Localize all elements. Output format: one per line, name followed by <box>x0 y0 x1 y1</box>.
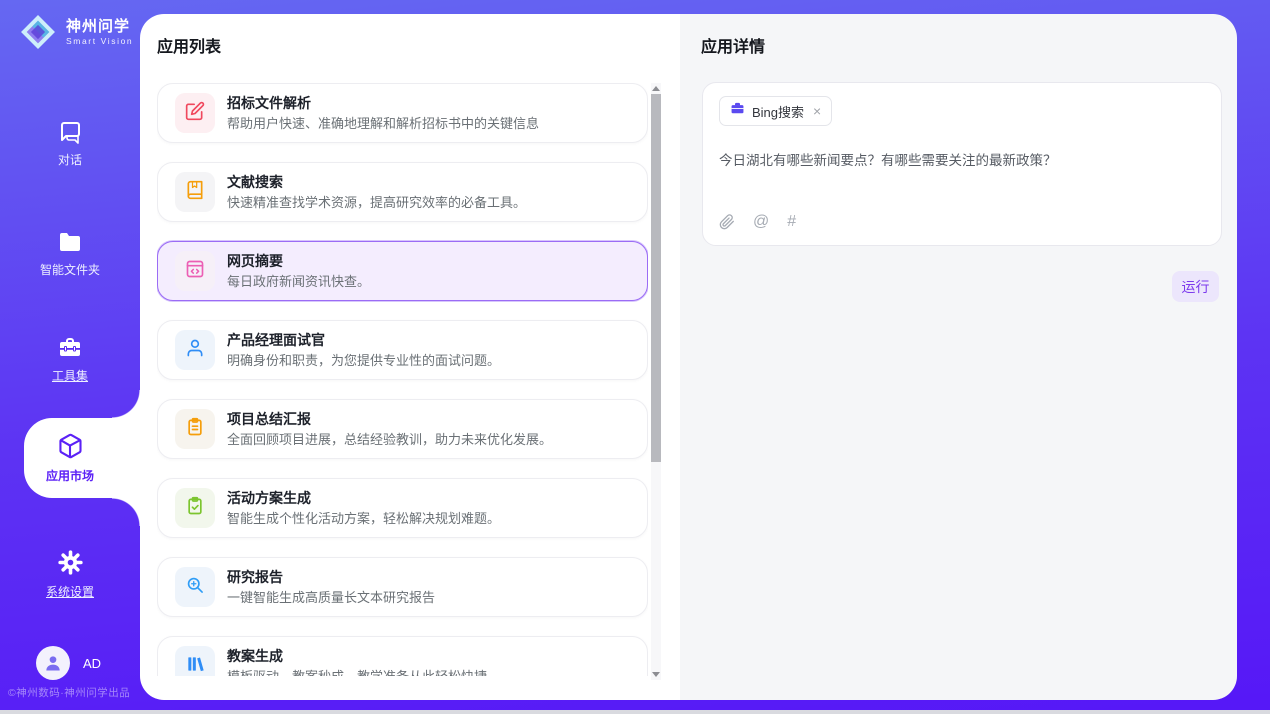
window-bottom-edge <box>0 710 1270 714</box>
app-name: 项目总结汇报 <box>227 410 552 428</box>
sidebar-item-gear[interactable]: 系统设置 <box>0 534 140 614</box>
app-tile <box>175 93 215 133</box>
brand-name: 神州问学 <box>66 18 133 36</box>
app-name: 文献搜索 <box>227 173 526 191</box>
sidebar-item-cube[interactable]: 应用市场 <box>0 418 140 498</box>
app-list-title: 应用列表 <box>157 33 221 57</box>
app-card[interactable]: 教案生成模板驱动，教案秒成，教学准备从此轻松快捷 <box>157 636 648 676</box>
clipboard-icon <box>185 417 205 442</box>
diamond-logo-icon <box>18 12 58 52</box>
composer-toolbar: @ # <box>719 213 796 231</box>
app-desc: 帮助用户快速、准确地理解和解析招标书中的关键信息 <box>227 115 539 132</box>
research-icon <box>185 575 205 600</box>
scroll-down-icon[interactable] <box>652 672 660 677</box>
app-card[interactable]: 文献搜索快速精准查找学术资源，提高研究效率的必备工具。 <box>157 162 648 222</box>
app-card[interactable]: 项目总结汇报全面回顾项目进展，总结经验教训，助力未来优化发展。 <box>157 399 648 459</box>
folder-icon <box>57 230 83 254</box>
sidebar-item-chat[interactable]: 对话 <box>0 104 140 184</box>
app-detail-title: 应用详情 <box>701 33 765 57</box>
close-icon[interactable]: × <box>813 104 821 118</box>
app-tile <box>175 251 215 291</box>
web-code-icon <box>185 259 205 284</box>
app-tile <box>175 488 215 528</box>
app-tile <box>175 646 215 676</box>
app-desc: 一键智能生成高质量长文本研究报告 <box>227 589 435 606</box>
sidebar-item-label: 应用市场 <box>46 467 94 484</box>
paperclip-icon[interactable] <box>719 214 735 230</box>
scrollbar-thumb[interactable] <box>651 94 661 462</box>
run-button[interactable]: 运行 <box>1172 271 1219 302</box>
app-detail-panel: 应用详情 Bing搜索 × 今日湖北有哪些新闻要点？有哪些需要关注的最新政策？ <box>680 14 1237 700</box>
app-desc: 智能生成个性化活动方案，轻松解决规划难题。 <box>227 510 500 527</box>
app-tile <box>175 567 215 607</box>
app-name: 招标文件解析 <box>227 94 539 112</box>
app-card[interactable]: 研究报告一键智能生成高质量长文本研究报告 <box>157 557 648 617</box>
app-list-panel: 应用列表 招标文件解析帮助用户快速、准确地理解和解析招标书中的关键信息文献搜索快… <box>140 14 680 700</box>
sidebar-item-label: 工具集 <box>52 367 88 384</box>
scroll-up-icon[interactable] <box>652 86 660 91</box>
books-icon <box>185 654 205 677</box>
gear-icon <box>57 549 84 576</box>
app-tile <box>175 409 215 449</box>
copyright-text: ©神州数码·神州问学出品 <box>8 685 130 700</box>
app-tile <box>175 172 215 212</box>
sidebar-item-label: 对话 <box>58 151 82 168</box>
app-desc: 模板驱动，教案秒成，教学准备从此轻松快捷 <box>227 668 487 676</box>
at-icon[interactable]: @ <box>753 213 769 231</box>
prompt-card: Bing搜索 × 今日湖北有哪些新闻要点？有哪些需要关注的最新政策？ @ # <box>702 82 1222 246</box>
interviewer-icon <box>185 338 205 363</box>
app-card[interactable]: 网页摘要每日政府新闻资讯快查。 <box>157 241 648 301</box>
user-row[interactable]: AD <box>36 646 101 680</box>
toolbox-icon <box>57 336 83 360</box>
app-name: 产品经理面试官 <box>227 331 500 349</box>
app-card[interactable]: 产品经理面试官明确身份和职责，为您提供专业性的面试问题。 <box>157 320 648 380</box>
user-name: AD <box>83 656 101 671</box>
briefcase-icon <box>730 101 745 121</box>
sidebar-item-folder[interactable]: 智能文件夹 <box>0 214 140 294</box>
tool-tag-label: Bing搜索 <box>752 102 804 121</box>
sidebar-item-label: 系统设置 <box>46 583 94 600</box>
app-name: 网页摘要 <box>227 252 370 270</box>
app-desc: 全面回顾项目进展，总结经验教训，助力未来优化发展。 <box>227 431 552 448</box>
app-desc: 明确身份和职责，为您提供专业性的面试问题。 <box>227 352 500 369</box>
app-name: 活动方案生成 <box>227 489 500 507</box>
sidebar: 神州问学 Smart Vision 对话智能文件夹工具集应用市场系统设置 AD … <box>0 0 140 710</box>
cube-icon <box>56 432 84 460</box>
content-area: 应用列表 招标文件解析帮助用户快速、准确地理解和解析招标书中的关键信息文献搜索快… <box>140 14 1237 700</box>
tool-tag-bing[interactable]: Bing搜索 × <box>719 96 832 126</box>
book-icon <box>185 180 205 205</box>
app-name: 研究报告 <box>227 568 435 586</box>
sidebar-item-toolbox[interactable]: 工具集 <box>0 320 140 400</box>
hash-icon[interactable]: # <box>787 213 796 231</box>
app-desc: 快速精准查找学术资源，提高研究效率的必备工具。 <box>227 194 526 211</box>
chat-icon <box>58 120 82 144</box>
clipboard-check-icon <box>185 496 205 521</box>
brand-subtitle: Smart Vision <box>66 36 133 46</box>
app-name: 教案生成 <box>227 647 487 665</box>
pen-edit-icon <box>185 101 205 126</box>
app-tile <box>175 330 215 370</box>
scrollbar[interactable] <box>651 83 661 680</box>
app-list: 招标文件解析帮助用户快速、准确地理解和解析招标书中的关键信息文献搜索快速精准查找… <box>157 83 648 676</box>
app-card[interactable]: 招标文件解析帮助用户快速、准确地理解和解析招标书中的关键信息 <box>157 83 648 143</box>
avatar[interactable] <box>36 646 70 680</box>
query-text: 今日湖北有哪些新闻要点？有哪些需要关注的最新政策？ <box>719 149 1199 169</box>
sidebar-item-label: 智能文件夹 <box>40 261 100 278</box>
app-desc: 每日政府新闻资讯快查。 <box>227 273 370 290</box>
app-card[interactable]: 活动方案生成智能生成个性化活动方案，轻松解决规划难题。 <box>157 478 648 538</box>
brand-logo: 神州问学 Smart Vision <box>18 12 133 52</box>
